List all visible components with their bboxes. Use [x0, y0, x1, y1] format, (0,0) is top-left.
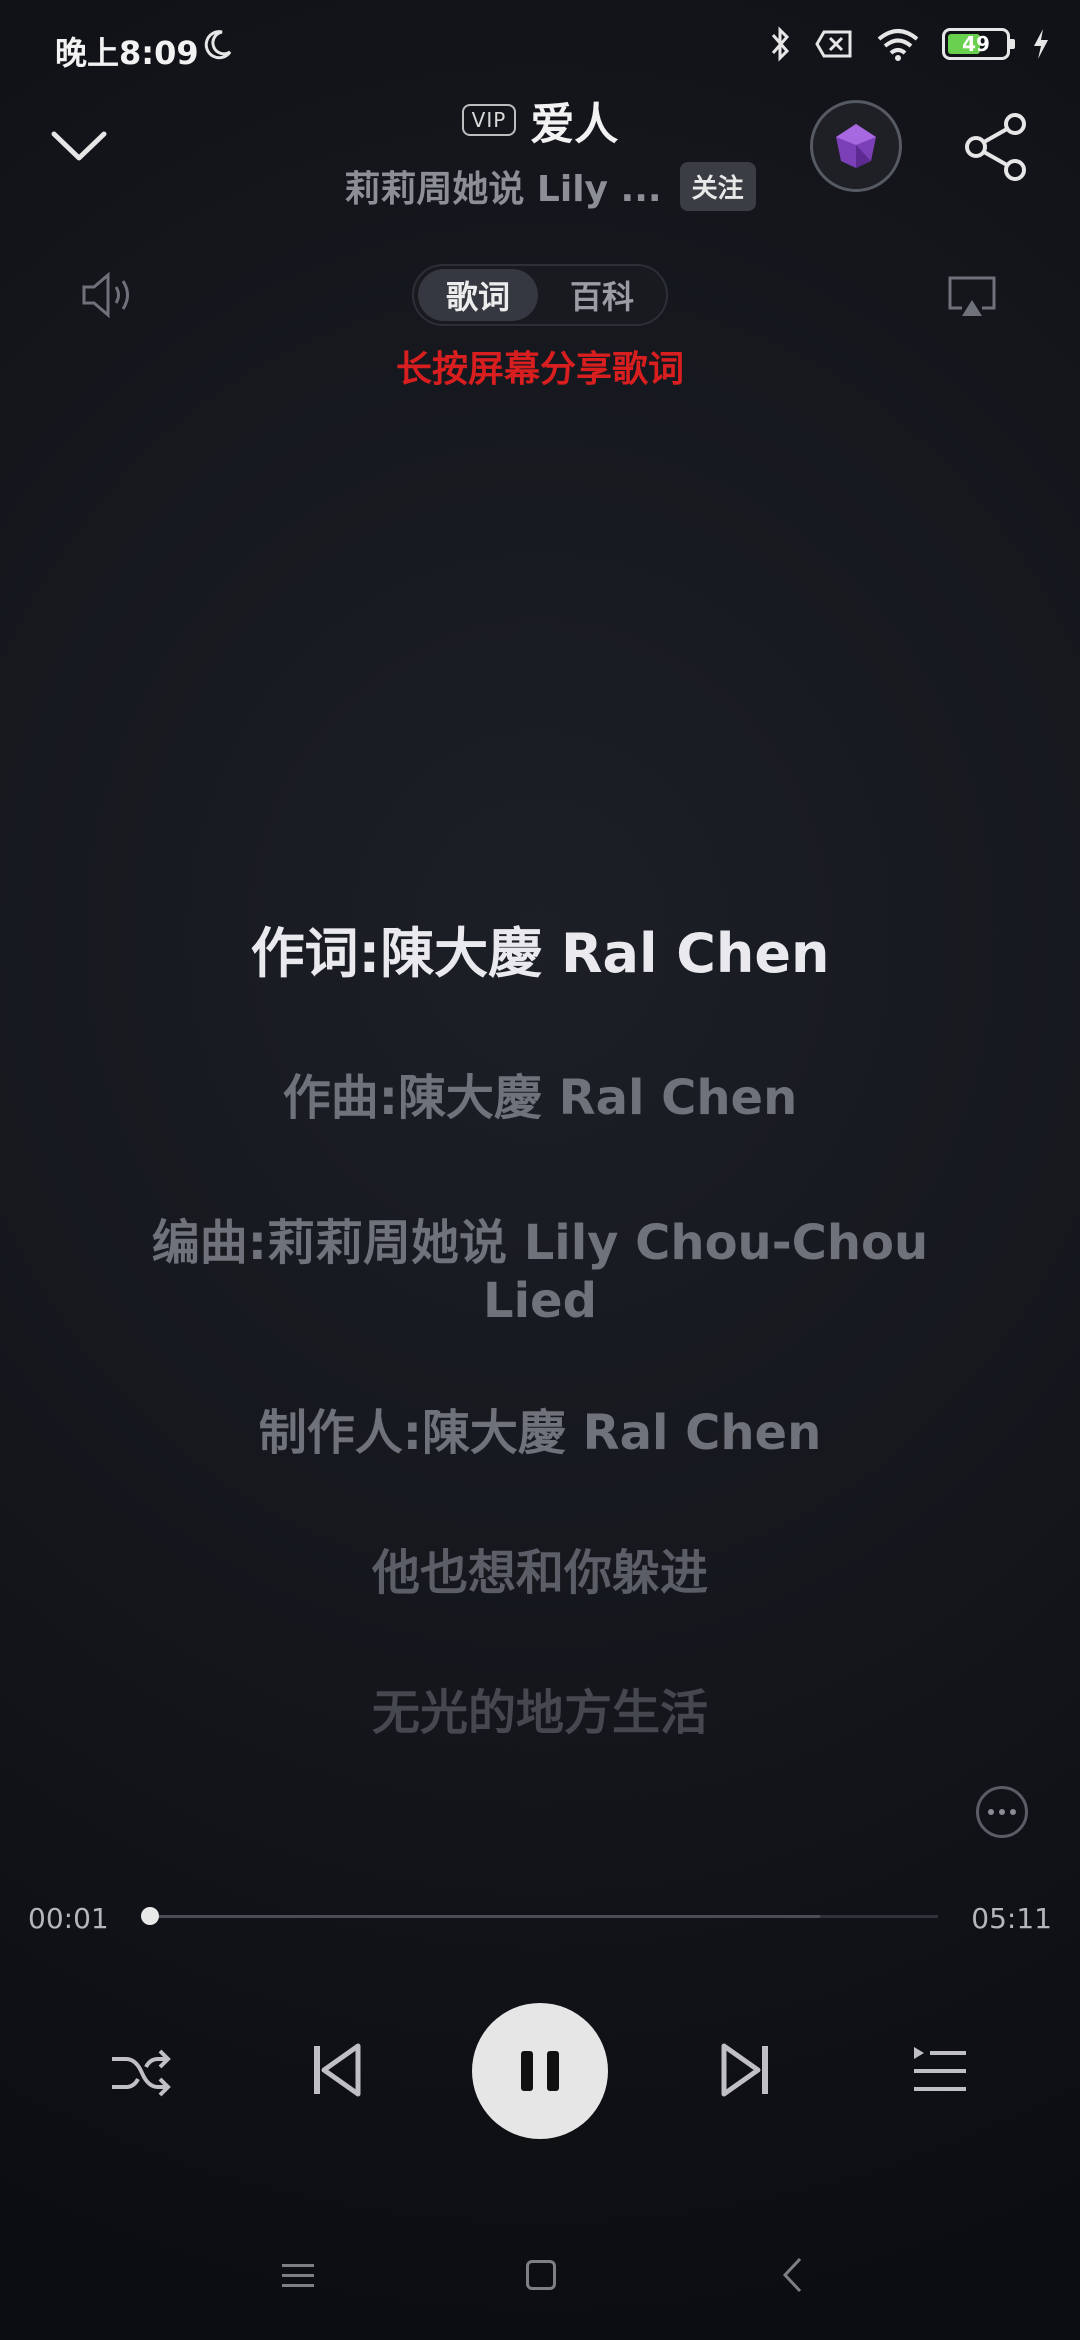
- battery-icon: 49: [942, 28, 1015, 60]
- lyric-line[interactable]: 作曲:陳大慶 Ral Chen: [100, 1070, 980, 1128]
- pause-button[interactable]: [472, 2003, 608, 2139]
- lyric-line[interactable]: 他也想和你躲进: [100, 1545, 980, 1603]
- playlist-icon[interactable]: [910, 2043, 970, 2097]
- share-lyrics-hint: 长按屏幕分享歌词: [395, 349, 684, 390]
- pause-icon-bar: [521, 2051, 533, 2091]
- share-icon[interactable]: [962, 112, 1032, 182]
- lyrics-wiki-tabs: 歌词 百科: [412, 264, 668, 326]
- song-title[interactable]: 爱人: [530, 88, 618, 152]
- bluetooth-icon: [771, 26, 790, 62]
- tab-wiki[interactable]: 百科: [542, 269, 662, 321]
- gem-badge-button[interactable]: [810, 100, 902, 192]
- vip-badge: VIP: [461, 104, 517, 136]
- gem-icon: [836, 124, 876, 168]
- next-track-icon[interactable]: [718, 2040, 772, 2100]
- moon-icon: [204, 30, 232, 60]
- buffered-bar: [148, 1915, 820, 1918]
- battery-level: 49: [962, 32, 990, 56]
- shuffle-icon[interactable]: [108, 2045, 174, 2101]
- cast-screen-icon[interactable]: [946, 274, 998, 320]
- nav-home-icon[interactable]: [526, 2260, 556, 2290]
- current-time: 00:01: [28, 1902, 109, 1935]
- artist-row: 莉莉周她说 Lily ... 关注: [0, 160, 1080, 212]
- pause-icon-bar: [547, 2051, 559, 2091]
- song-title-row: VIP 爱人: [0, 88, 1080, 152]
- status-time: 晚上8:09: [55, 34, 199, 72]
- follow-button[interactable]: 关注: [679, 161, 756, 211]
- nav-back-icon[interactable]: [780, 2256, 804, 2294]
- lyric-line[interactable]: 无光的地方生活: [100, 1685, 980, 1743]
- sim-off-icon: [815, 30, 852, 58]
- previous-track-icon[interactable]: [310, 2040, 364, 2100]
- wifi-icon: [877, 29, 919, 61]
- progress-knob[interactable]: [141, 1907, 160, 1925]
- status-icons: 49: [768, 26, 1050, 62]
- lyric-line[interactable]: 编曲:莉莉周她说 Lily Chou-Chou Lied: [100, 1215, 980, 1330]
- tab-lyrics[interactable]: 歌词: [418, 269, 538, 321]
- more-options-button[interactable]: [976, 1786, 1028, 1838]
- lyric-line[interactable]: 制作人:陳大慶 Ral Chen: [100, 1405, 980, 1463]
- total-time: 05:11: [971, 1902, 1052, 1935]
- lyric-line-current[interactable]: 作词:陳大慶 Ral Chen: [100, 922, 980, 987]
- artist-name[interactable]: 莉莉周她说 Lily ...: [344, 160, 661, 212]
- charging-icon: [1034, 29, 1048, 59]
- nav-menu-icon[interactable]: [282, 2262, 314, 2290]
- volume-icon[interactable]: [80, 270, 138, 320]
- progress-bar[interactable]: [148, 1915, 938, 1918]
